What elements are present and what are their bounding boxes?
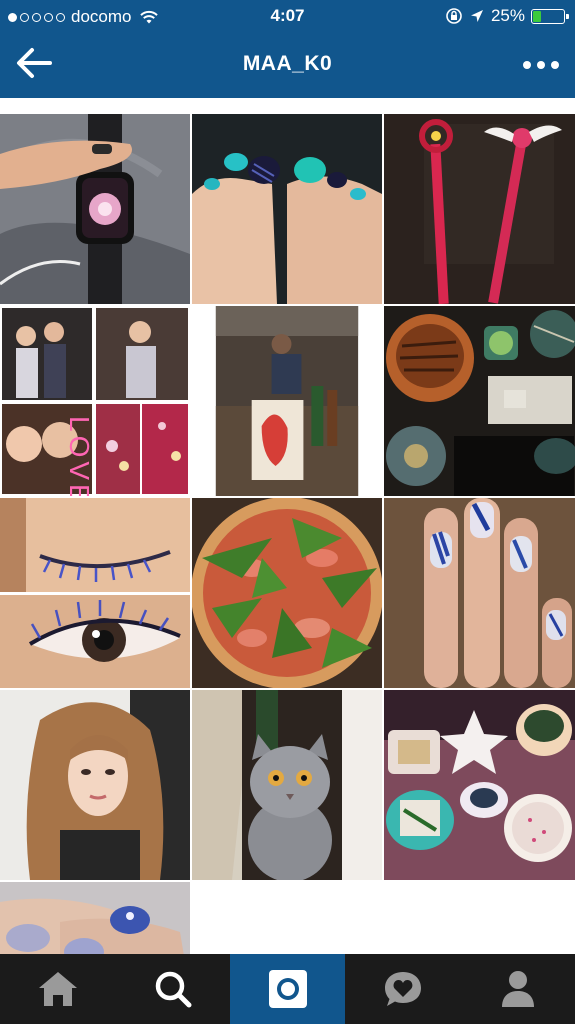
- eyelash-photo: [0, 498, 190, 688]
- magic-wands-photo: [384, 114, 575, 304]
- camera-icon: [268, 970, 307, 1008]
- battery-percent: 25%: [490, 6, 525, 25]
- battery-icon: [531, 8, 569, 24]
- home-icon: [38, 972, 77, 1006]
- eel-meal-photo: [384, 306, 575, 496]
- nails-close-photo: [0, 882, 190, 954]
- photo-grid: LOVE: [0, 114, 575, 954]
- love-collage-photo: LOVE: [0, 306, 190, 496]
- grid-tile-japanese-dishes[interactable]: [384, 690, 575, 880]
- status-bar: docomo 4:07 25%: [0, 0, 575, 32]
- grid-tile-pedicure[interactable]: [192, 114, 382, 304]
- grid-tile-nail-art[interactable]: [384, 498, 575, 688]
- grid-tile-love-collage[interactable]: LOVE: [0, 306, 190, 496]
- pizza-photo: [192, 498, 382, 688]
- bottom-tab-bar: [0, 954, 575, 1024]
- grid-tile-nails-close[interactable]: [0, 882, 190, 954]
- tab-activity[interactable]: [345, 954, 460, 1024]
- grid-tile-kitchen[interactable]: [192, 306, 382, 496]
- nail-art-photo: [384, 498, 575, 688]
- app-header: docomo 4:07 25% MAA_K0: [0, 0, 575, 98]
- location-icon: [470, 10, 483, 22]
- profile-icon: [501, 971, 534, 1007]
- grid-tile-eyelash[interactable]: [0, 498, 190, 688]
- pedicure-photo: [192, 114, 382, 304]
- more-options-button[interactable]: [515, 54, 559, 76]
- love-text: LOVE: [64, 416, 95, 496]
- japanese-dishes-photo: [384, 690, 575, 880]
- watch-photo: [0, 114, 190, 304]
- grid-tile-eel-meal[interactable]: [384, 306, 575, 496]
- kitchen-photo: [192, 306, 382, 496]
- more-dots-icon: [523, 61, 531, 69]
- rotation-lock-icon: [446, 8, 462, 24]
- search-icon: [155, 971, 191, 1008]
- tab-search[interactable]: [115, 954, 230, 1024]
- grid-tile-pizza[interactable]: [192, 498, 382, 688]
- grid-tile-wands[interactable]: [384, 114, 575, 304]
- cat-photo: [192, 690, 382, 880]
- heart-bubble-icon: [384, 972, 421, 1006]
- page-title: MAA_K0: [242, 52, 333, 75]
- tab-camera[interactable]: [230, 954, 345, 1024]
- tab-profile[interactable]: [460, 954, 575, 1024]
- grid-tile-cat[interactable]: [192, 690, 382, 880]
- grid-tile-portrait[interactable]: [0, 690, 190, 880]
- tab-home[interactable]: [0, 954, 115, 1024]
- status-right: 25%: [445, 6, 569, 26]
- portrait-photo: [0, 690, 190, 880]
- grid-tile-watch[interactable]: [0, 114, 190, 304]
- nav-bar: MAA_K0: [0, 32, 575, 98]
